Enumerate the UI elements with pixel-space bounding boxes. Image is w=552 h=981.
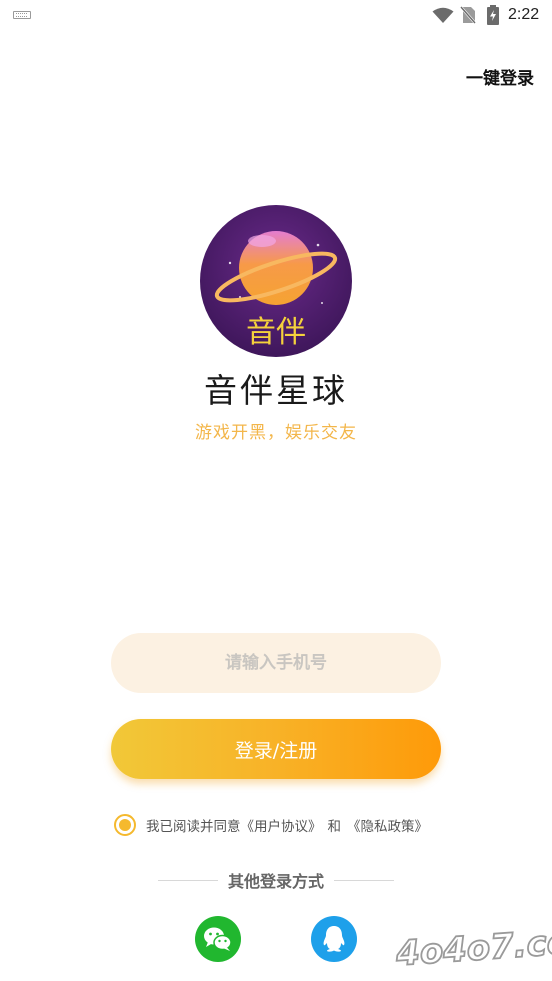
wifi-icon	[432, 7, 454, 23]
divider-line-left	[158, 879, 218, 881]
wechat-icon	[204, 927, 232, 951]
wechat-login-button[interactable]	[195, 916, 241, 962]
divider-line-right	[334, 879, 395, 881]
status-bar: 2:22	[0, 0, 552, 30]
agreement-prefix: 我已阅读并同意	[146, 819, 241, 835]
app-logo: 音伴	[200, 205, 352, 357]
no-sim-icon	[460, 6, 476, 24]
one-key-login-button[interactable]: 一键登录	[466, 64, 534, 89]
app-slogan: 游戏开黑，娱乐交友	[195, 423, 357, 443]
status-time: 2:22	[508, 6, 540, 23]
privacy-policy-link[interactable]: 《隐私政策》	[347, 815, 428, 835]
keyboard-icon	[13, 11, 31, 19]
qq-login-button[interactable]	[311, 916, 357, 962]
agreement-row: 我已阅读并同意 《用户协议》 和 《隐私政策》	[114, 813, 428, 837]
svg-text:4o4o7.com: 4o4o7.com	[394, 920, 552, 974]
login-register-button[interactable]: 登录/注册	[111, 719, 441, 779]
phone-input[interactable]	[111, 633, 441, 693]
app-name: 音伴星球	[204, 371, 348, 410]
agreement-radio[interactable]	[114, 814, 136, 836]
battery-charging-icon	[487, 5, 499, 25]
site-watermark: 4o4o7.com	[393, 920, 552, 975]
other-login-divider: 其他登录方式	[158, 868, 395, 892]
user-agreement-link[interactable]: 《用户协议》	[241, 815, 322, 835]
agreement-conjunction: 和	[327, 819, 342, 835]
qq-icon	[323, 926, 345, 952]
logo-text: 音伴	[246, 315, 306, 350]
other-login-title: 其他登录方式	[228, 872, 325, 891]
